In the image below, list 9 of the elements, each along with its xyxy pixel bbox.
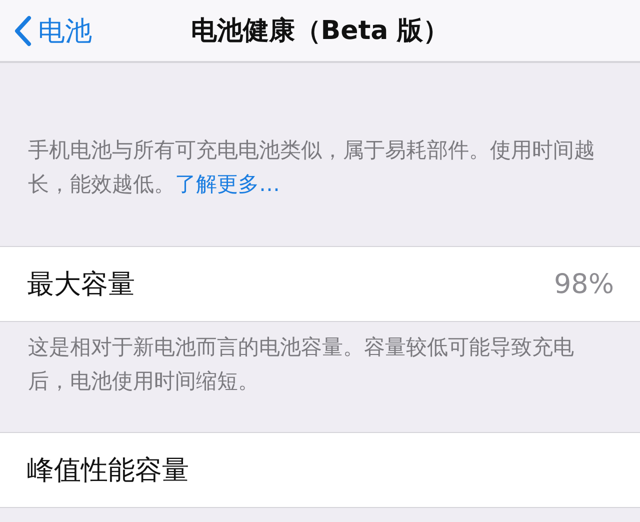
back-button[interactable]: 电池	[0, 6, 98, 54]
learn-more-link[interactable]: 了解更多…	[175, 172, 280, 196]
footer-text: 这是相对于新电池而言的电池容量。容量较低可能导致充电后，电池使用时间缩短。	[28, 334, 575, 395]
chevron-left-icon	[14, 14, 32, 46]
row-label: 最大容量	[27, 268, 135, 302]
description-text: 手机电池与所有可充电电池类似，属于易耗部件。使用时间越长，能效越低。了解更多…	[28, 137, 596, 198]
page-title: 电池健康（Beta 版）	[190, 16, 450, 46]
row-value: 98%	[554, 268, 614, 300]
row-label: 峰值性能容量	[27, 454, 189, 488]
